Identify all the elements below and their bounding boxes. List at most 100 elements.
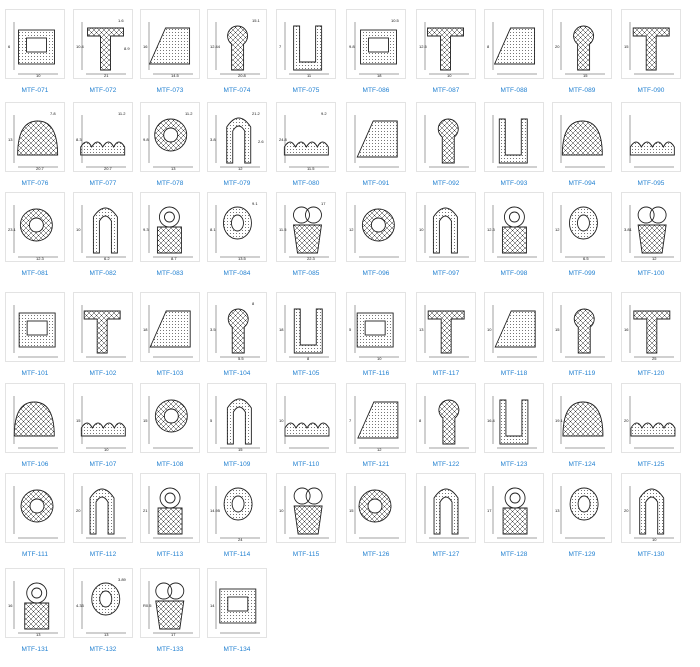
dimension-label: 9.3 bbox=[143, 227, 149, 232]
profile-code-label: MTF-094 bbox=[568, 180, 596, 187]
dimension-label: 10 bbox=[104, 447, 109, 452]
profile-code-label: MTF-078 bbox=[156, 180, 184, 187]
profile-code-label: MTF-111 bbox=[21, 551, 49, 558]
profile-drawing-svg bbox=[13, 396, 58, 449]
profile-code-label: MTF-084 bbox=[223, 270, 251, 277]
dimension-label: 18 bbox=[377, 73, 382, 78]
profile-drawing-svg: 18 bbox=[143, 305, 193, 358]
profile-drawing-svg: 12.3 bbox=[487, 205, 537, 258]
dimension-label: 17 bbox=[321, 201, 326, 206]
dimension-label: 12.44 bbox=[210, 44, 221, 49]
dimension-label: 10 bbox=[487, 327, 492, 332]
dimension-label: 16 bbox=[8, 603, 13, 608]
profile-code-label: MTF-090 bbox=[637, 87, 665, 94]
profile-code-label: MTF-086 bbox=[362, 87, 390, 94]
profile-cell: 10.4 21 1.6 8.9 bbox=[73, 9, 133, 79]
profile-cell: 15 bbox=[621, 9, 681, 79]
dimension-label: 10 bbox=[419, 227, 424, 232]
dimension-label: 12 bbox=[652, 256, 657, 261]
dimension-label: 7 bbox=[279, 44, 282, 49]
dimension-label: 20 bbox=[624, 418, 629, 423]
profile-code-label: MTF-130 bbox=[637, 551, 665, 558]
profile-cell: 10 bbox=[416, 192, 476, 262]
profile-drawing bbox=[89, 488, 115, 535]
dimension-label: 8.3 bbox=[76, 137, 82, 142]
profile-cell: 15 bbox=[346, 473, 406, 543]
dimension-label: 24.8 bbox=[279, 137, 288, 142]
profile-drawing bbox=[573, 25, 594, 71]
dimension-label: 19.1 bbox=[555, 418, 564, 423]
profile-cell: 16 25 bbox=[621, 292, 681, 362]
profile-code-label: MTF-129 bbox=[568, 551, 596, 558]
profile-code-label: MTF-113 bbox=[156, 551, 184, 558]
profile-cell: 13 bbox=[552, 473, 612, 543]
dimension-label: 8 bbox=[487, 44, 490, 49]
dimension-label: 10.4 bbox=[76, 44, 85, 49]
dimension-label: 15 bbox=[624, 44, 629, 49]
dimension-label: 2.6 bbox=[258, 139, 264, 144]
profile-cell: 8.1 13.5 9.1 bbox=[207, 192, 267, 262]
profile-code-label: MTF-107 bbox=[89, 461, 117, 468]
profile-code-label: MTF-076 bbox=[21, 180, 49, 187]
profile-code-label: MTF-124 bbox=[568, 461, 596, 468]
dimension-label: 21 bbox=[104, 73, 109, 78]
profile-cell bbox=[5, 292, 65, 362]
dimension-label: 6.5 bbox=[583, 256, 589, 261]
profile-code-label: MTF-095 bbox=[637, 180, 665, 187]
profile-drawing bbox=[293, 308, 323, 354]
profile-cell: 5 10 bbox=[346, 292, 406, 362]
profile-cell: 16 13 bbox=[5, 568, 65, 638]
profile-drawing-svg: 16 14.5 bbox=[143, 22, 193, 78]
dimension-label: 15 bbox=[238, 447, 243, 452]
profile-cell: 16.4 bbox=[484, 383, 544, 453]
profile-drawing bbox=[219, 588, 257, 624]
dimension-label: 13 bbox=[171, 166, 176, 171]
profile-drawing bbox=[83, 310, 121, 354]
profile-drawing bbox=[80, 422, 126, 437]
profile-code-label: MTF-119 bbox=[568, 370, 596, 377]
profile-drawing-svg: 5 15 bbox=[210, 396, 260, 452]
profile-drawing bbox=[80, 141, 126, 156]
profile-drawing bbox=[629, 141, 675, 156]
profile-code-label: MTF-108 bbox=[156, 461, 184, 468]
dimension-label: 15 bbox=[555, 327, 560, 332]
profile-drawing bbox=[91, 582, 121, 616]
profile-cell: 10 6.2 bbox=[73, 192, 133, 262]
profile-drawing bbox=[356, 120, 398, 158]
profile-drawing bbox=[293, 25, 323, 71]
profile-drawing-svg: 3.8 12 21.2 2.6 bbox=[210, 111, 264, 171]
profile-cell: 19.1 bbox=[552, 383, 612, 453]
dimension-label: 14.5 bbox=[171, 73, 180, 78]
profile-drawing-svg: 15 bbox=[349, 486, 399, 539]
profile-catalog-grid: 6 10 MTF-071 10.4 21 1.6 8.9 MTF-072 16 14.5 MTF-0… bbox=[0, 0, 700, 667]
profile-drawing bbox=[437, 118, 459, 164]
profile-code-label: MTF-071 bbox=[21, 87, 49, 94]
profile-code-label: MTF-132 bbox=[89, 646, 117, 653]
profile-cell bbox=[621, 102, 681, 172]
profile-cell: 3.81 12 bbox=[621, 192, 681, 262]
profile-code-label: MTF-126 bbox=[362, 551, 390, 558]
dimension-label: 15 bbox=[76, 418, 81, 423]
profile-cell: R0.5 17 bbox=[140, 568, 200, 638]
profile-drawing bbox=[20, 489, 54, 523]
profile-code-label: MTF-118 bbox=[500, 370, 528, 377]
profile-drawing-svg: 8 bbox=[419, 396, 469, 449]
profile-cell: 15 bbox=[140, 383, 200, 453]
profile-cell: 3.8 12 21.2 2.6 bbox=[207, 102, 267, 172]
dimension-label: 3.89 bbox=[118, 577, 127, 582]
profile-drawing-svg: 10 bbox=[487, 305, 537, 358]
profile-drawing-svg: 15 bbox=[624, 22, 674, 75]
dimension-label: 3.5 bbox=[210, 327, 216, 332]
profile-drawing-svg: 4.33 13 3.89 bbox=[76, 577, 127, 637]
profile-cell: 10 bbox=[276, 383, 336, 453]
profile-drawing bbox=[630, 422, 676, 437]
dimension-label: 23.1 bbox=[8, 227, 17, 232]
profile-drawing-svg: 8 bbox=[487, 22, 537, 75]
profile-drawing-svg bbox=[81, 305, 126, 358]
dimension-label: 3.81 bbox=[624, 227, 633, 232]
dimension-label: 9.1 bbox=[252, 201, 258, 206]
profile-drawing-svg: 10.4 21 1.6 8.9 bbox=[76, 18, 130, 78]
dimension-label: 13 bbox=[419, 327, 424, 332]
profile-code-label: MTF-120 bbox=[637, 370, 665, 377]
dimension-label: 10 bbox=[447, 73, 452, 78]
